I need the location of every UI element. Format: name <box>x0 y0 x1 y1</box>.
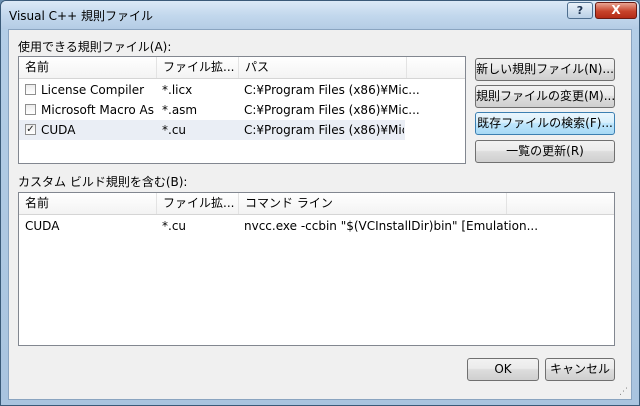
available-rule-files-label: 使用できる規則ファイル(A): <box>18 40 172 54</box>
list-item[interactable]: CUDA *.cu nvcc.exe -ccbin "$(VCInstallDi… <box>19 216 614 236</box>
ok-button[interactable]: OK <box>467 358 539 381</box>
rule-name: License Compiler <box>41 83 145 97</box>
row-checkbox[interactable]: ✓ <box>25 124 36 135</box>
modify-rule-file-button[interactable]: 規則ファイルの変更(M)... <box>475 85 615 108</box>
available-rule-files-list[interactable]: 名前 ファイル拡... パス License Compiler *.licx C… <box>18 56 466 164</box>
rule-path: C:¥Program Files (x86)¥Mic... <box>244 103 420 117</box>
rule-extension: *.asm <box>162 103 198 117</box>
window-title: Visual C++ 規則ファイル <box>9 9 153 23</box>
new-rule-file-button[interactable]: 新しい規則ファイル(N)... <box>475 58 615 81</box>
list-header: 名前 ファイル拡... コマンド ライン <box>19 193 614 215</box>
rule-path: C:¥Program Files (x86)¥Mic... <box>244 83 420 97</box>
help-button[interactable]: ? <box>567 2 593 19</box>
rule-name: Microsoft Macro As... <box>41 103 155 117</box>
rule-extension: *.cu <box>162 219 187 233</box>
rule-command-line: nvcc.exe -ccbin "$(VCInstallDir)bin" [Em… <box>244 219 539 233</box>
rule-files-dialog: Visual C++ 規則ファイル ? X 使用できる規則ファイル(A): 名前… <box>0 0 640 406</box>
row-checkbox[interactable] <box>25 84 36 95</box>
column-header-path[interactable]: パス <box>239 57 407 78</box>
custom-build-rules-label: カスタム ビルド規則を含む(B): <box>18 175 188 189</box>
list-item[interactable]: License Compiler *.licx C:¥Program Files… <box>19 80 465 100</box>
refresh-list-button[interactable]: 一覧の更新(R) <box>475 140 615 163</box>
row-checkbox[interactable] <box>25 104 36 115</box>
cancel-button[interactable]: キャンセル <box>545 358 615 381</box>
column-header-command-line[interactable]: コマンド ライン <box>239 193 507 214</box>
rule-name: CUDA <box>25 219 60 233</box>
list-item[interactable]: Microsoft Macro As... *.asm C:¥Program F… <box>19 100 465 120</box>
custom-build-rules-list[interactable]: 名前 ファイル拡... コマンド ライン CUDA *.cu nvcc.exe … <box>18 192 615 346</box>
rule-extension: *.cu <box>162 123 187 137</box>
resize-grip-icon[interactable]: ⋰ <box>619 387 629 397</box>
find-existing-file-button[interactable]: 既存ファイルの検索(F)... <box>475 112 615 135</box>
rule-name: CUDA <box>41 123 76 137</box>
column-header-extension[interactable]: ファイル拡... <box>157 57 239 78</box>
column-header-name[interactable]: 名前 <box>19 57 157 78</box>
title-bar[interactable]: Visual C++ 規則ファイル ? X <box>1 1 639 29</box>
close-button[interactable]: X <box>595 2 637 19</box>
rule-path: C:¥Program Files (x86)¥Mic... <box>244 123 404 137</box>
rule-extension: *.licx <box>162 83 193 97</box>
column-header-name[interactable]: 名前 <box>19 193 157 214</box>
list-item[interactable]: ✓ CUDA *.cu C:¥Program Files (x86)¥Mic..… <box>19 120 405 140</box>
column-header-extension[interactable]: ファイル拡... <box>157 193 239 214</box>
list-header: 名前 ファイル拡... パス <box>19 57 465 79</box>
dialog-client-area: 使用できる規則ファイル(A): 名前 ファイル拡... パス License C… <box>8 29 632 400</box>
